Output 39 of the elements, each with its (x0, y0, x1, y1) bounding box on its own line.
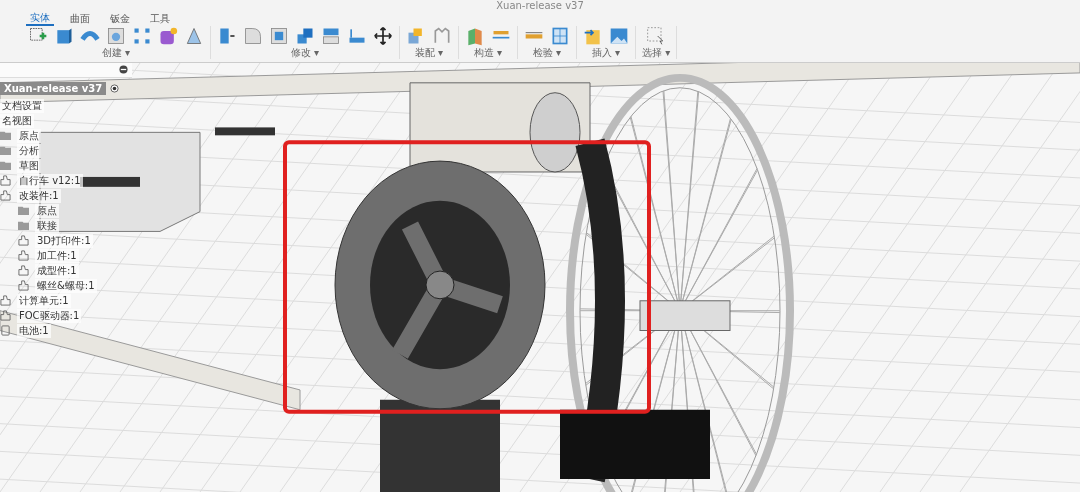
component-icon (0, 175, 11, 186)
component-icon (0, 310, 11, 321)
ribbon-tab[interactable]: 钣金 (106, 12, 134, 26)
radio-icon[interactable] (110, 84, 120, 93)
folder-icon (0, 130, 11, 141)
group-menu-button[interactable]: 构造 ▾ (473, 47, 503, 59)
ribbon-tab[interactable]: 工具 (146, 12, 174, 26)
box-tool-icon[interactable] (54, 26, 74, 46)
move-tool-icon[interactable] (373, 26, 393, 46)
ribbon-tab[interactable]: 曲面 (66, 12, 94, 26)
component-icon (18, 235, 29, 246)
window-title: Xuan-release v37 (495, 0, 585, 12)
group-menu-button[interactable]: 插入 ▾ (591, 47, 621, 59)
group-menu-button[interactable]: 创建 ▾ (101, 47, 131, 59)
folder-icon (18, 205, 29, 216)
tree-item[interactable]: 电池:1 (0, 323, 120, 338)
folder-icon (0, 160, 11, 171)
group-menu-button[interactable]: 检验 ▾ (532, 47, 562, 59)
folder-icon (0, 145, 11, 156)
tree-item[interactable]: 成型件:1 (18, 263, 120, 278)
group-menu-button[interactable]: 选择 ▾ (642, 47, 671, 59)
tree-item[interactable]: 改装件:1 (0, 188, 120, 203)
tree-item[interactable]: 原点 (0, 128, 120, 143)
component-icon (18, 265, 29, 276)
component-icon (18, 280, 29, 291)
tree-item[interactable]: 联接 (18, 218, 120, 233)
body-icon (0, 325, 11, 336)
component-icon (18, 250, 29, 261)
collapse-icon[interactable] (119, 65, 128, 74)
tree-item[interactable]: 原点 (18, 203, 120, 218)
group-menu-button[interactable]: 修改 ▾ (290, 47, 320, 59)
group-menu-button[interactable]: 装配 ▾ (414, 47, 444, 59)
folder-icon (18, 220, 29, 231)
tree-item[interactable]: 加工件:1 (18, 248, 120, 263)
component-icon (0, 295, 11, 306)
component-icon (0, 190, 11, 201)
ribbon-tab[interactable]: 实体 (26, 12, 54, 26)
tree-item[interactable]: 草图 (0, 158, 120, 173)
tree-item[interactable]: 分析 (0, 143, 120, 158)
